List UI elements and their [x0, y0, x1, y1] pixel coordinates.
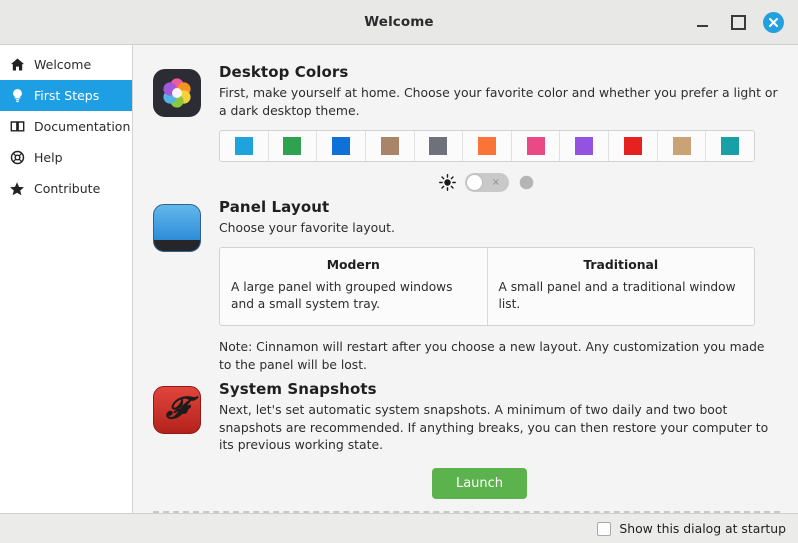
sidebar-item-label: Welcome — [34, 57, 92, 72]
color-swatch-teal[interactable] — [706, 131, 754, 161]
close-button[interactable] — [763, 11, 784, 33]
layout-option-title: Traditional — [583, 256, 659, 272]
content-bottom-separator — [153, 511, 780, 513]
color-swatch-brown[interactable] — [366, 131, 415, 162]
timeshift-glyph: 𝓕 — [165, 391, 189, 427]
sun-icon — [439, 174, 456, 192]
dark-theme-toggle[interactable]: × — [465, 173, 509, 193]
sidebar-item-welcome[interactable]: Welcome — [0, 49, 132, 80]
color-chip — [234, 137, 253, 156]
panel-layout-note: Note: Cinnamon will restart after you ch… — [219, 339, 765, 372]
color-chip — [478, 137, 497, 156]
color-swatch-pink[interactable] — [512, 131, 561, 162]
color-swatch-blue-sky[interactable] — [220, 131, 269, 162]
color-chip — [526, 137, 545, 156]
panel-layout-icon — [153, 203, 201, 252]
home-icon — [9, 57, 25, 73]
toggle-knob — [466, 174, 483, 192]
section-description: Choose your favorite layout. — [219, 219, 395, 235]
theme-toggle-row: × — [219, 173, 755, 193]
sidebar-item-help[interactable]: Help — [0, 142, 132, 173]
toggle-off-mark: × — [491, 176, 500, 188]
section-description: First, make yourself at home. Choose you… — [219, 85, 778, 118]
close-icon — [769, 17, 778, 27]
section-system-snapshots: 𝓕 System Snapshots Next, let's set autom… — [153, 380, 780, 499]
section-panel-layout: Panel Layout Choose your favorite layout… — [153, 198, 780, 374]
window-body: Welcome First Steps Documentation Help C… — [0, 45, 798, 513]
book-icon — [9, 119, 25, 135]
statusbar: Show this dialog at startup — [0, 513, 798, 543]
color-swatch-row — [219, 130, 755, 163]
show-at-startup-label: Show this dialog at startup — [619, 521, 786, 536]
maximize-button[interactable] — [727, 11, 749, 33]
layout-option-description: A small panel and a traditional window l… — [498, 279, 736, 311]
section-description: Next, let's set automatic system snapsho… — [219, 402, 769, 453]
layout-option-traditional[interactable]: Traditional A small panel and a traditio… — [486, 247, 755, 325]
sidebar-item-documentation[interactable]: Documentation — [0, 111, 132, 142]
moon-icon — [519, 175, 534, 190]
sidebar-item-label: Documentation — [34, 119, 131, 134]
star-icon — [9, 181, 25, 197]
timeshift-icon: 𝓕 — [153, 386, 201, 435]
color-swatch-grey[interactable] — [415, 131, 464, 162]
sidebar-item-first-steps[interactable]: First Steps — [0, 80, 132, 111]
sidebar: Welcome First Steps Documentation Help C… — [0, 45, 133, 513]
sidebar-item-label: Contribute — [34, 181, 101, 196]
color-chip — [283, 137, 302, 156]
launch-button[interactable]: Launch — [431, 468, 528, 499]
lightbulb-icon — [9, 88, 25, 104]
minimize-button[interactable] — [691, 11, 713, 33]
section-title: System Snapshots — [219, 380, 377, 399]
color-swatch-red[interactable] — [609, 131, 658, 162]
content-area: Desktop Colors First, make yourself at h… — [133, 45, 798, 513]
color-swatch-green[interactable] — [269, 131, 318, 162]
desktop-colors-icon — [153, 69, 201, 117]
color-swatch-orange[interactable] — [463, 131, 512, 162]
color-swatch-sand[interactable] — [658, 131, 707, 162]
sidebar-item-label: First Steps — [34, 88, 100, 103]
color-chip — [332, 137, 351, 156]
lifebuoy-icon — [9, 150, 25, 166]
color-chip — [623, 137, 642, 156]
color-swatch-blue[interactable] — [317, 131, 366, 162]
color-chip — [721, 137, 740, 156]
launch-button-row: Launch — [219, 468, 780, 499]
color-chip — [672, 137, 691, 156]
welcome-window: Welcome Welcome First Steps Documentatio… — [0, 0, 798, 543]
sidebar-item-contribute[interactable]: Contribute — [0, 173, 132, 204]
color-chip — [429, 137, 448, 156]
layout-option-title: Modern — [326, 256, 380, 272]
titlebar: Welcome — [0, 0, 798, 45]
section-desktop-colors: Desktop Colors First, make yourself at h… — [153, 63, 780, 193]
layout-option-modern[interactable]: Modern A large panel with grouped window… — [220, 248, 487, 325]
window-controls — [691, 11, 790, 33]
color-swatch-purple[interactable] — [560, 131, 610, 162]
section-title: Panel Layout — [219, 197, 330, 216]
color-chip — [575, 137, 594, 156]
section-title: Desktop Colors — [219, 63, 349, 81]
show-at-startup-checkbox[interactable] — [597, 521, 612, 536]
sidebar-item-label: Help — [34, 150, 63, 165]
layout-option-description: A large panel with grouped windows and a… — [231, 279, 453, 311]
color-chip — [380, 137, 399, 156]
panel-layout-options: Modern A large panel with grouped window… — [219, 246, 755, 326]
window-title: Welcome — [364, 14, 434, 30]
